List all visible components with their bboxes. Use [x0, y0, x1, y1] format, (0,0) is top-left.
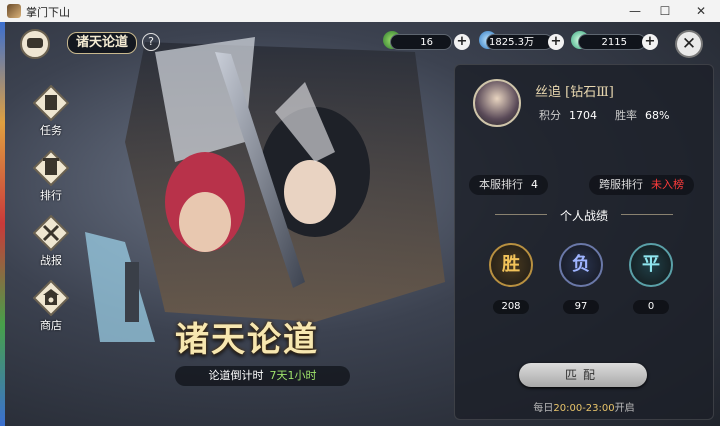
window-close-button[interactable]: ✕: [684, 0, 718, 22]
avatar[interactable]: [473, 79, 521, 127]
loss-count: 97: [563, 300, 599, 314]
pagoda-tower: [125, 262, 139, 322]
countdown-label: 论道倒计时: [208, 369, 264, 382]
resource-feather: 2115: [578, 34, 646, 50]
score-label: 积分: [539, 109, 561, 122]
battle-report-icon: [33, 215, 69, 251]
draw-badge: 平: [629, 243, 673, 287]
win-badge: 胜: [489, 243, 533, 287]
resource-jade: 16: [390, 34, 452, 50]
nav-task[interactable]: 任务: [27, 85, 77, 143]
divider-right: [621, 214, 673, 215]
score-value: 1704: [569, 109, 597, 122]
maximize-button[interactable]: ☐: [648, 0, 682, 22]
score-stat: 积分 1704: [539, 107, 597, 123]
nav-report[interactable]: 战报: [27, 215, 77, 273]
crystal-shard: [85, 232, 155, 342]
window-titlebar: 掌门下山 — ☐ ✕: [0, 0, 720, 23]
schedule-prefix: 每日: [533, 403, 554, 414]
winrate-label: 胜率: [615, 109, 637, 122]
app-icon: [7, 4, 21, 18]
server-rank-value: 4: [531, 178, 538, 191]
scroll-icon: [33, 85, 69, 121]
schedule-text: 每日20:00-23:00开启: [455, 399, 713, 414]
help-button[interactable]: ?: [142, 33, 160, 51]
close-icon[interactable]: ✕: [677, 32, 701, 56]
cross-rank: 跨服排行 未入榜: [589, 175, 694, 195]
draw-count: 0: [633, 300, 669, 314]
page-title: 诸天论道: [67, 32, 138, 54]
countdown-bar: 论道倒计时 7天1小时: [175, 366, 350, 386]
player-panel: 丝追 [钻石Ⅲ] 积分 1704 胜率 68% 本服排行 4 跨服排行 未入榜 个人战绩…: [454, 64, 714, 420]
nav-report-label: 战报: [40, 254, 62, 267]
hero-face: [179, 192, 231, 252]
add-jade-button[interactable]: +: [454, 34, 470, 50]
event-title: 诸天论道: [175, 320, 319, 360]
nav-rank[interactable]: 排行: [27, 150, 77, 208]
player-name: 丝追 [钻石Ⅲ]: [535, 85, 614, 100]
winrate-stat: 胜率 68%: [615, 107, 669, 123]
winrate-value: 68%: [645, 109, 670, 122]
loss-badge: 负: [559, 243, 603, 287]
nav-task-label: 任务: [40, 124, 62, 137]
add-feather-button[interactable]: +: [642, 34, 658, 50]
game-viewport: 诸天论道 ? 16 + 1825.3万 + 2115 + ✕ 任务 排行 战报: [5, 22, 720, 426]
nav-rank-label: 排行: [40, 189, 62, 202]
hero-face-2: [284, 160, 336, 224]
shop-icon: [33, 280, 69, 316]
nav-shop[interactable]: 商店: [27, 280, 77, 338]
schedule-suffix: 开启: [614, 403, 635, 414]
banner-icon: [33, 150, 69, 186]
record-title: 个人战绩: [559, 209, 608, 223]
minimize-button[interactable]: —: [618, 0, 652, 22]
window-title: 掌门下山: [26, 6, 70, 19]
server-rank: 本服排行 4: [469, 175, 548, 195]
match-button[interactable]: 匹配: [519, 363, 647, 387]
add-crystal-button[interactable]: +: [548, 34, 564, 50]
schedule-time: 20:00-23:00: [553, 403, 615, 414]
server-rank-label: 本服排行: [479, 178, 523, 191]
cross-rank-label: 跨服排行: [599, 178, 643, 191]
resource-crystal: 1825.3万: [486, 34, 553, 50]
cross-rank-value: 未入榜: [651, 178, 684, 191]
win-count: 208: [493, 300, 529, 314]
nav-shop-label: 商店: [40, 319, 62, 332]
menu-logo-button[interactable]: [20, 29, 50, 59]
countdown-value: 7天1小时: [269, 369, 317, 382]
